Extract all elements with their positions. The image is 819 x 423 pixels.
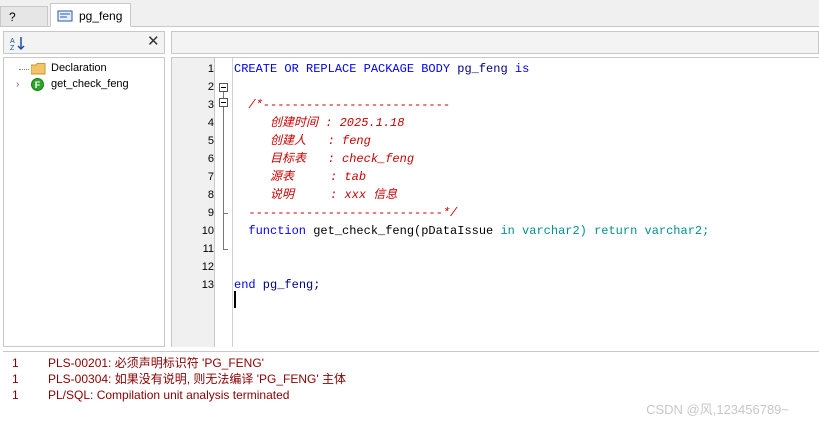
line-number-gutter: 1 2 3 4 5 6 7 8 9 10 11 12 13 xyxy=(172,58,215,347)
keyword: function xyxy=(234,224,307,238)
code-line-7: 源表 : tab xyxy=(234,170,367,184)
tree-item-get-check-feng[interactable]: › F get_check_feng xyxy=(4,77,164,93)
message-line: 1 xyxy=(12,372,19,386)
tree-item-label: Declaration xyxy=(51,62,107,74)
keyword: return xyxy=(586,224,638,238)
tab-pg-feng[interactable]: pg_feng xyxy=(50,3,131,27)
line-number: 11 xyxy=(202,243,214,255)
type: varchar2) xyxy=(514,224,587,238)
code-editor[interactable]: 1 2 3 4 5 6 7 8 9 10 11 12 13 CREATE OR … xyxy=(171,57,819,347)
line-number: 2 xyxy=(207,81,214,93)
code-line-9: ---------------------------*/ xyxy=(234,206,458,220)
code-line-3: /*-------------------------- xyxy=(234,98,451,112)
folder-icon xyxy=(31,63,46,75)
watermark: CSDN @风,123456789~ xyxy=(646,402,789,417)
sort-az-icon[interactable]: A Z xyxy=(10,35,26,51)
line-number: 12 xyxy=(201,261,214,273)
chevron-right-icon[interactable]: › xyxy=(16,79,19,90)
code-line-8: 说明 : xxx 信息 xyxy=(234,188,398,202)
keyword: in xyxy=(500,224,515,238)
line-number: 3 xyxy=(207,99,214,111)
message-line: 1 xyxy=(12,356,19,370)
tree-item-label: get_check_feng xyxy=(51,78,129,90)
package-icon xyxy=(57,10,73,22)
keyword: is xyxy=(514,62,530,76)
identifier: get_check_feng(pDataIssue xyxy=(306,224,501,238)
code-line-5: 创建人 : feng xyxy=(234,134,371,148)
editor-tab-strip: ? pg_feng xyxy=(0,0,819,27)
message-text: PL/SQL: Compilation unit analysis termin… xyxy=(48,388,290,402)
code-line-13: end pg_feng; xyxy=(234,276,320,294)
tab-unsaved[interactable]: ? xyxy=(0,6,48,26)
message-line: 1 xyxy=(12,388,19,402)
identifier: pg_feng; xyxy=(255,278,321,292)
object-tree: Declaration › F get_check_feng xyxy=(3,57,165,347)
function-icon-letter: F xyxy=(34,80,41,90)
code-line-10: function get_check_feng(pDataIssue in va… xyxy=(234,222,709,240)
fold-line xyxy=(223,107,224,213)
code-line-1: CREATE OR REPLACE PACKAGE BODY pg_feng i… xyxy=(234,60,529,78)
line-number: 5 xyxy=(207,135,214,147)
line-number: 6 xyxy=(207,153,214,165)
fold-end xyxy=(223,249,228,250)
svg-text:A: A xyxy=(10,38,15,45)
code-line-4: 创建时间 : 2025.1.18 xyxy=(234,116,405,130)
line-number: 7 xyxy=(207,171,214,183)
line-number: 4 xyxy=(207,117,214,129)
tab-pg-feng-label: pg_feng xyxy=(79,9,123,23)
svg-text:Z: Z xyxy=(10,45,15,51)
type: varchar2; xyxy=(637,224,710,238)
close-icon[interactable]: ✕ xyxy=(147,34,160,50)
keyword: CREATE OR REPLACE PACKAGE BODY xyxy=(234,62,451,76)
line-number: 10 xyxy=(201,225,214,237)
fold-strip xyxy=(215,58,233,347)
line-number: 13 xyxy=(201,279,214,291)
function-icon: F xyxy=(31,78,44,91)
text-cursor xyxy=(234,291,236,308)
message-row[interactable]: 1 PLS-00201: 必须声明标识符 'PG_FENG' xyxy=(3,355,819,371)
message-text: PLS-00201: 必须声明标识符 'PG_FENG' xyxy=(48,356,264,370)
fold-collapse-icon[interactable] xyxy=(219,83,228,92)
line-number: 8 xyxy=(207,189,214,201)
compile-messages: 1 PLS-00201: 必须声明标识符 'PG_FENG' 1 PLS-003… xyxy=(3,351,819,423)
tree-item-declaration[interactable]: Declaration xyxy=(4,61,164,77)
message-row[interactable]: 1 PLS-00304: 如果没有说明, 则无法编译 'PG_FENG' 主体 xyxy=(3,371,819,387)
tree-connector xyxy=(19,69,29,70)
tree-toolbar: A Z ✕ xyxy=(3,31,165,54)
fold-line xyxy=(223,213,224,249)
fold-collapse-icon[interactable] xyxy=(219,98,228,107)
editor-toolbar xyxy=(171,31,819,54)
tab-unsaved-label: ? xyxy=(9,10,16,24)
keyword: end xyxy=(234,278,256,292)
line-number: 1 xyxy=(207,63,214,75)
line-number: 9 xyxy=(207,207,214,219)
identifier: pg_feng xyxy=(457,62,508,76)
message-text: PLS-00304: 如果没有说明, 则无法编译 'PG_FENG' 主体 xyxy=(48,372,346,386)
code-line-6: 目标表 : check_feng xyxy=(234,152,415,166)
